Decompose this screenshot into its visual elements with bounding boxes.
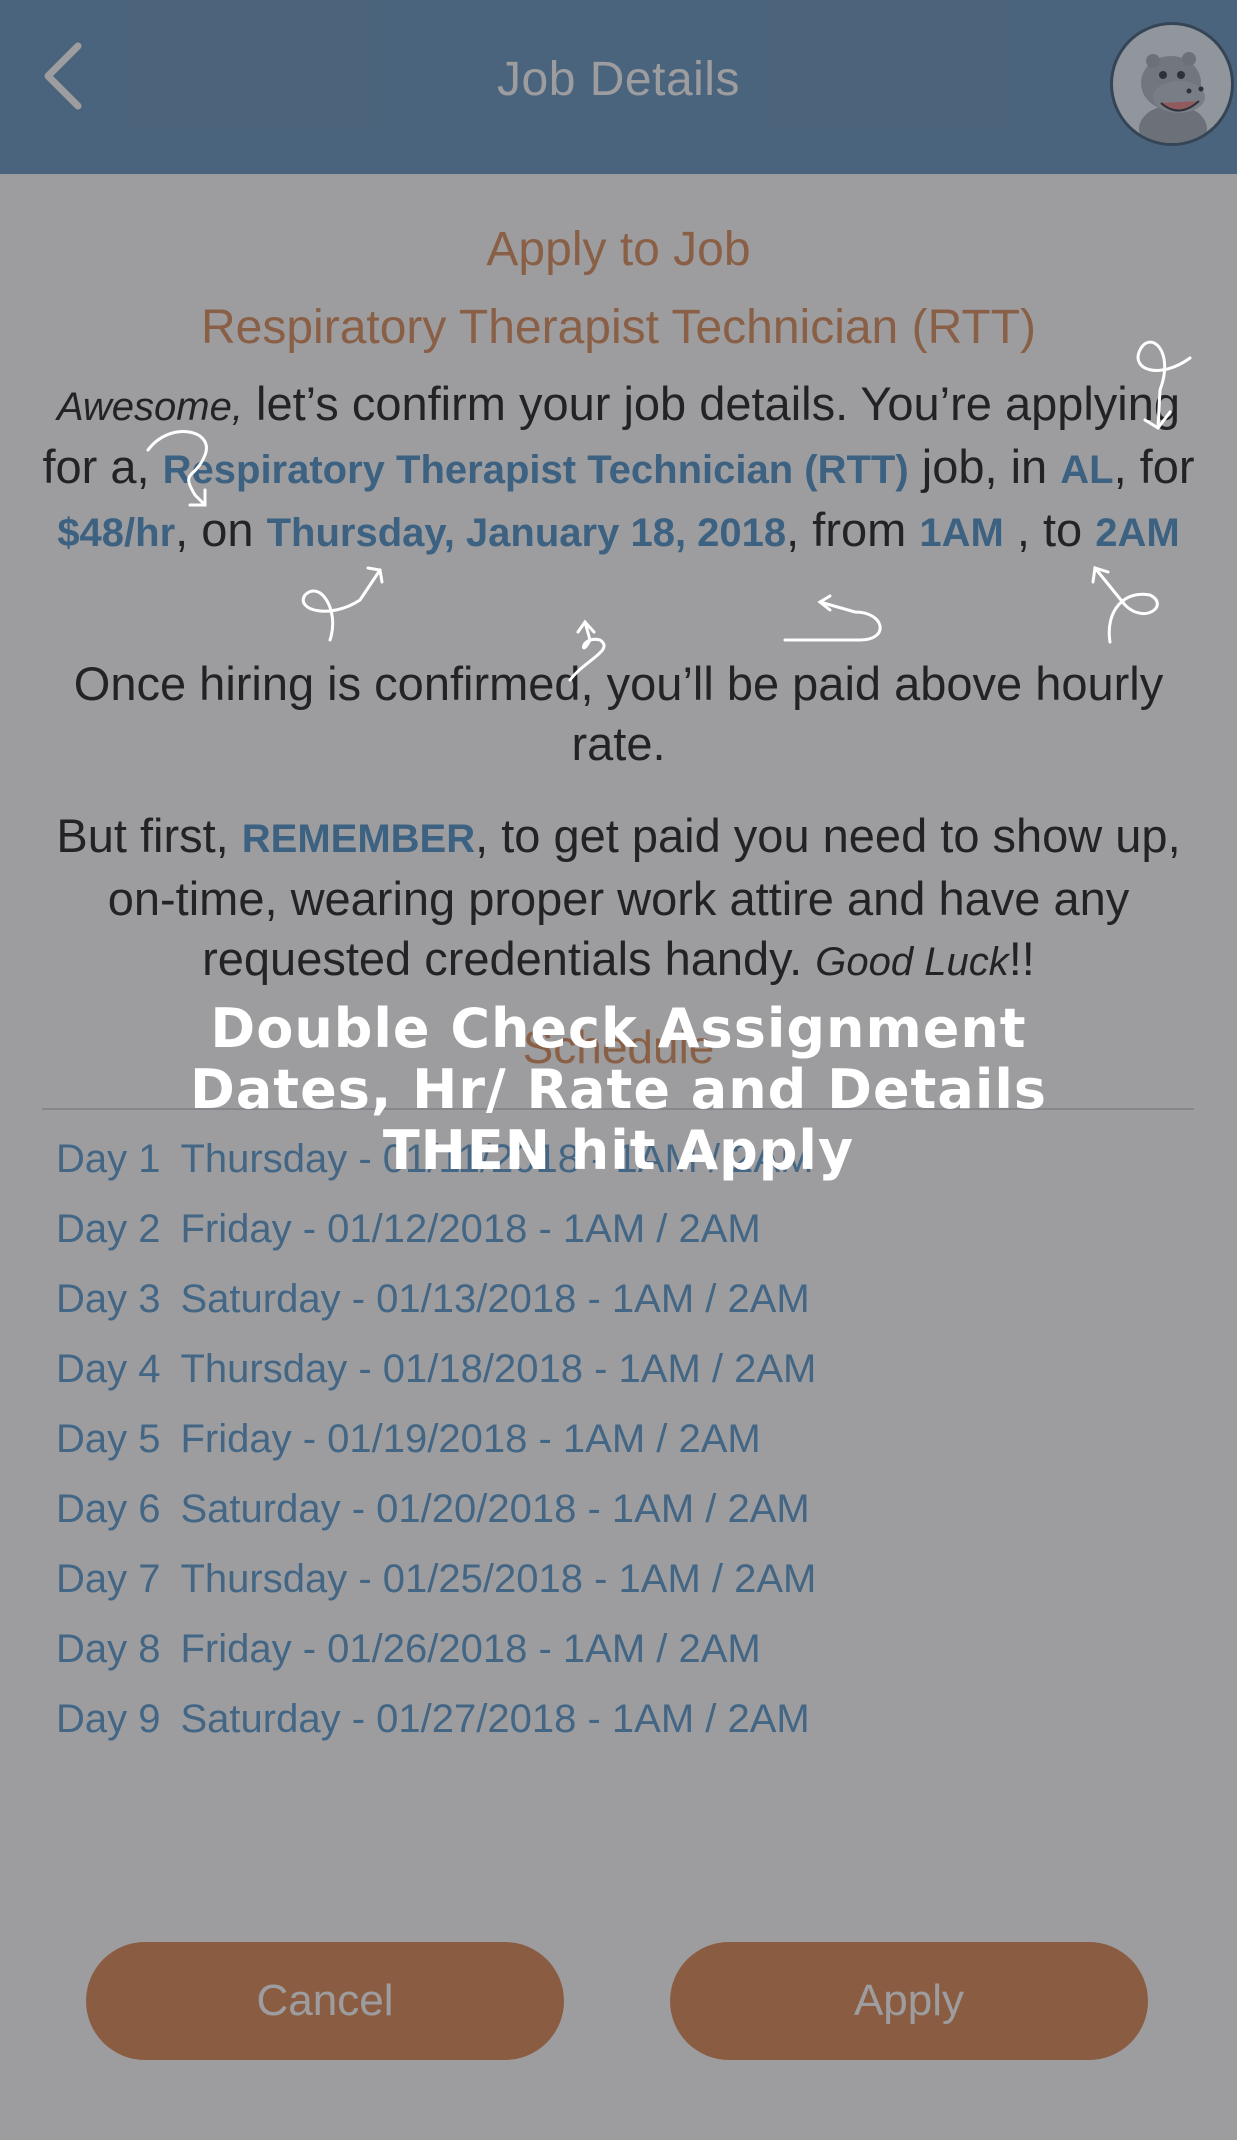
nav-bar: Job Details bbox=[0, 0, 1237, 174]
cancel-button[interactable]: Cancel bbox=[86, 1942, 564, 2060]
page-title: Job Details bbox=[497, 53, 740, 106]
schedule-row: Day 9 Saturday - 01/27/2018 - 1AM / 2AM bbox=[56, 1697, 810, 1741]
schedule-row: Day 4 Thursday - 01/18/2018 - 1AM / 2AM bbox=[56, 1347, 817, 1391]
hippo-mascot-icon bbox=[1139, 52, 1207, 143]
reminder-paragraph: But first, REMEMBER, to get paid you nee… bbox=[56, 809, 1181, 985]
start-time-highlight: 1AM bbox=[919, 511, 1004, 555]
remember-highlight: REMEMBER bbox=[241, 817, 476, 861]
good-luck-text: Good Luck bbox=[815, 940, 1009, 984]
coach-line-2: Dates, Hr/ Rate and Details bbox=[190, 1058, 1047, 1121]
schedule-row: Day 2 Friday - 01/12/2018 - 1AM / 2AM bbox=[56, 1207, 761, 1251]
apply-button[interactable]: Apply bbox=[670, 1942, 1148, 2060]
job-title-heading: Respiratory Therapist Technician (RTT) bbox=[201, 301, 1036, 354]
end-time-highlight: 2AM bbox=[1095, 511, 1180, 555]
schedule-row: Day 8 Friday - 01/26/2018 - 1AM / 2AM bbox=[56, 1627, 761, 1671]
awesome-text: Awesome, bbox=[56, 385, 243, 429]
apply-heading: Apply to Job bbox=[486, 223, 751, 276]
coach-line-3: THEN hit Apply bbox=[382, 1119, 855, 1182]
avatar[interactable] bbox=[1110, 22, 1234, 146]
rate-highlight: $48/hr bbox=[57, 511, 176, 555]
job-name-highlight: Respiratory Therapist Technician (RTT) bbox=[162, 448, 909, 492]
coach-mark-message: Double Check Assignment Dates, Hr/ Rate … bbox=[0, 998, 1237, 1181]
schedule-row: Day 3 Saturday - 01/13/2018 - 1AM / 2AM bbox=[56, 1277, 810, 1321]
schedule-row: Day 6 Saturday - 01/20/2018 - 1AM / 2AM bbox=[56, 1487, 810, 1531]
date-highlight: Thursday, January 18, 2018 bbox=[266, 511, 787, 555]
state-highlight: AL bbox=[1060, 448, 1114, 492]
hiring-note: Once hiring is confirmed, you’ll be paid… bbox=[73, 657, 1164, 770]
confirmation-paragraph: Awesome, let’s confirm your job details.… bbox=[42, 377, 1195, 556]
schedule-list: Day 1 Thursday - 01/11/2018 - 1AM / 2AM D… bbox=[56, 1124, 1156, 1754]
coach-line-1: Double Check Assignment bbox=[210, 997, 1027, 1060]
schedule-row: Day 5 Friday - 01/19/2018 - 1AM / 2AM bbox=[56, 1417, 761, 1461]
schedule-row: Day 7 Thursday - 01/25/2018 - 1AM / 2AM bbox=[56, 1557, 817, 1601]
